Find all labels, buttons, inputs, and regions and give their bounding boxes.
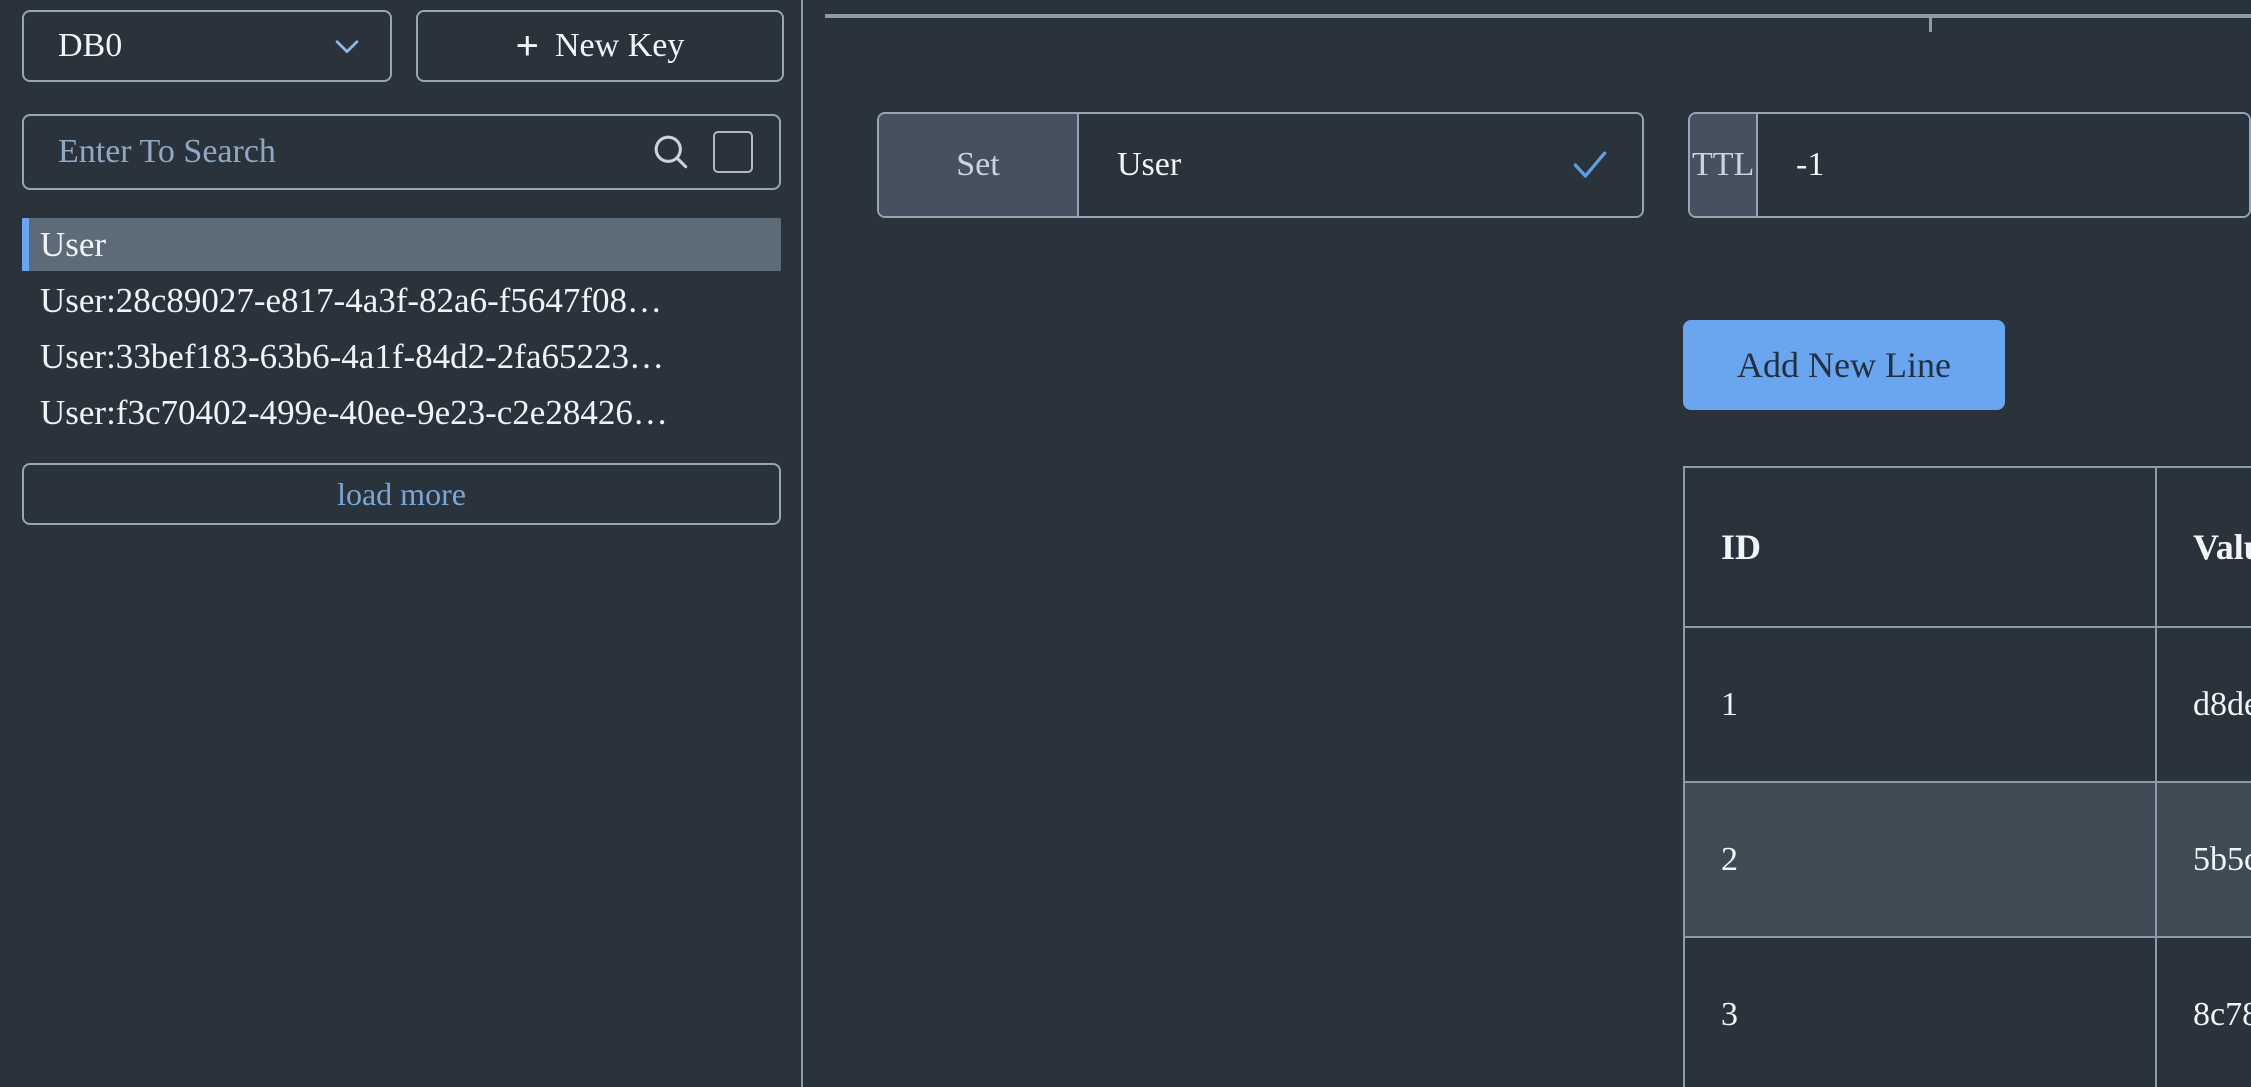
table-head: ID Value xyxy=(1683,466,2251,628)
column-header-value-label: Value xyxy=(2193,527,2251,567)
key-list-item-label: User xyxy=(40,225,107,264)
tab-bar-divider xyxy=(825,14,2251,32)
check-icon[interactable] xyxy=(1568,143,1612,187)
column-header-value[interactable]: Value xyxy=(2155,466,2251,628)
key-detail-panel: Set TTL Add New Line xyxy=(803,0,2251,1087)
key-search-bar xyxy=(22,114,781,190)
chevron-down-icon xyxy=(330,29,364,63)
key-values-table: ID Value xyxy=(1683,466,2251,1087)
add-new-line-button[interactable]: Add New Line xyxy=(1683,320,2005,410)
load-more-label: load more xyxy=(337,475,466,512)
key-list-item[interactable]: User:f3c70402-499e-40ee-9e23-c2e28426… xyxy=(0,386,803,439)
load-more-button[interactable]: load more xyxy=(22,463,781,525)
set-key-input[interactable] xyxy=(1117,146,1569,184)
database-select-value: DB0 xyxy=(58,27,123,64)
table-body: 1 d8de2869-a834-42ac-9b1e-76c940324fad 2… xyxy=(1683,626,2251,1087)
key-list-item[interactable]: User:28c89027-e817-4a3f-82a6-f5647f08… xyxy=(0,274,803,327)
key-list-item-selected[interactable]: User xyxy=(22,218,781,271)
cell-id: 2 xyxy=(1683,781,2157,938)
ttl-input-wrap xyxy=(1758,114,2249,216)
set-key-addon-label: Set xyxy=(879,114,1079,216)
column-header-id-label: ID xyxy=(1721,527,1762,567)
table-row[interactable]: 2 5b5c673b-e242-47ab-b2f6-a08d2534f5bd xyxy=(1683,781,2251,938)
sidebar-toolbar: DB0 + New Key xyxy=(0,0,803,82)
new-key-button-label: New Key xyxy=(555,27,685,64)
cell-value: d8de2869-a834-42ac-9b1e-76c940324fad xyxy=(2155,626,2251,783)
tab-bar-tick xyxy=(1929,14,1932,32)
set-key-field-group: Set xyxy=(877,112,1645,218)
table-row[interactable]: 1 d8de2869-a834-42ac-9b1e-76c940324fad xyxy=(1683,626,2251,783)
ttl-field-group: TTL xyxy=(1688,112,2251,218)
key-browser-sidebar: DB0 + New Key Enter To Search User User:… xyxy=(0,0,803,1087)
key-list-item[interactable]: User:33bef183-63b6-4a1f-84d2-2fa65223… xyxy=(0,330,803,383)
column-header-id[interactable]: ID xyxy=(1683,466,2157,628)
search-input[interactable] xyxy=(58,133,649,171)
search-icon[interactable] xyxy=(649,130,693,174)
cell-value: 8c78a5de-e4b3-4fa0-89f1-323fcc7b6037 xyxy=(2155,936,2251,1087)
search-exact-checkbox[interactable] xyxy=(713,131,753,173)
key-list: User User:28c89027-e817-4a3f-82a6-f5647f… xyxy=(0,218,803,439)
cell-id: 1 xyxy=(1683,626,2157,783)
table-header-row: ID Value xyxy=(1683,466,2251,628)
new-key-button[interactable]: + New Key xyxy=(416,10,784,82)
set-key-input-wrap xyxy=(1079,114,1643,216)
cell-id: 3 xyxy=(1683,936,2157,1087)
database-select[interactable]: DB0 xyxy=(22,10,392,82)
app-root: DB0 + New Key Enter To Search User User:… xyxy=(0,0,2251,1087)
table-row[interactable]: 3 8c78a5de-e4b3-4fa0-89f1-323fcc7b6037 xyxy=(1683,936,2251,1087)
plus-icon: + xyxy=(515,24,539,68)
ttl-input[interactable] xyxy=(1796,146,2219,184)
key-meta-row: Set TTL xyxy=(877,112,2251,218)
cell-value: 5b5c673b-e242-47ab-b2f6-a08d2534f5bd xyxy=(2155,781,2251,938)
ttl-addon-label: TTL xyxy=(1690,114,1758,216)
